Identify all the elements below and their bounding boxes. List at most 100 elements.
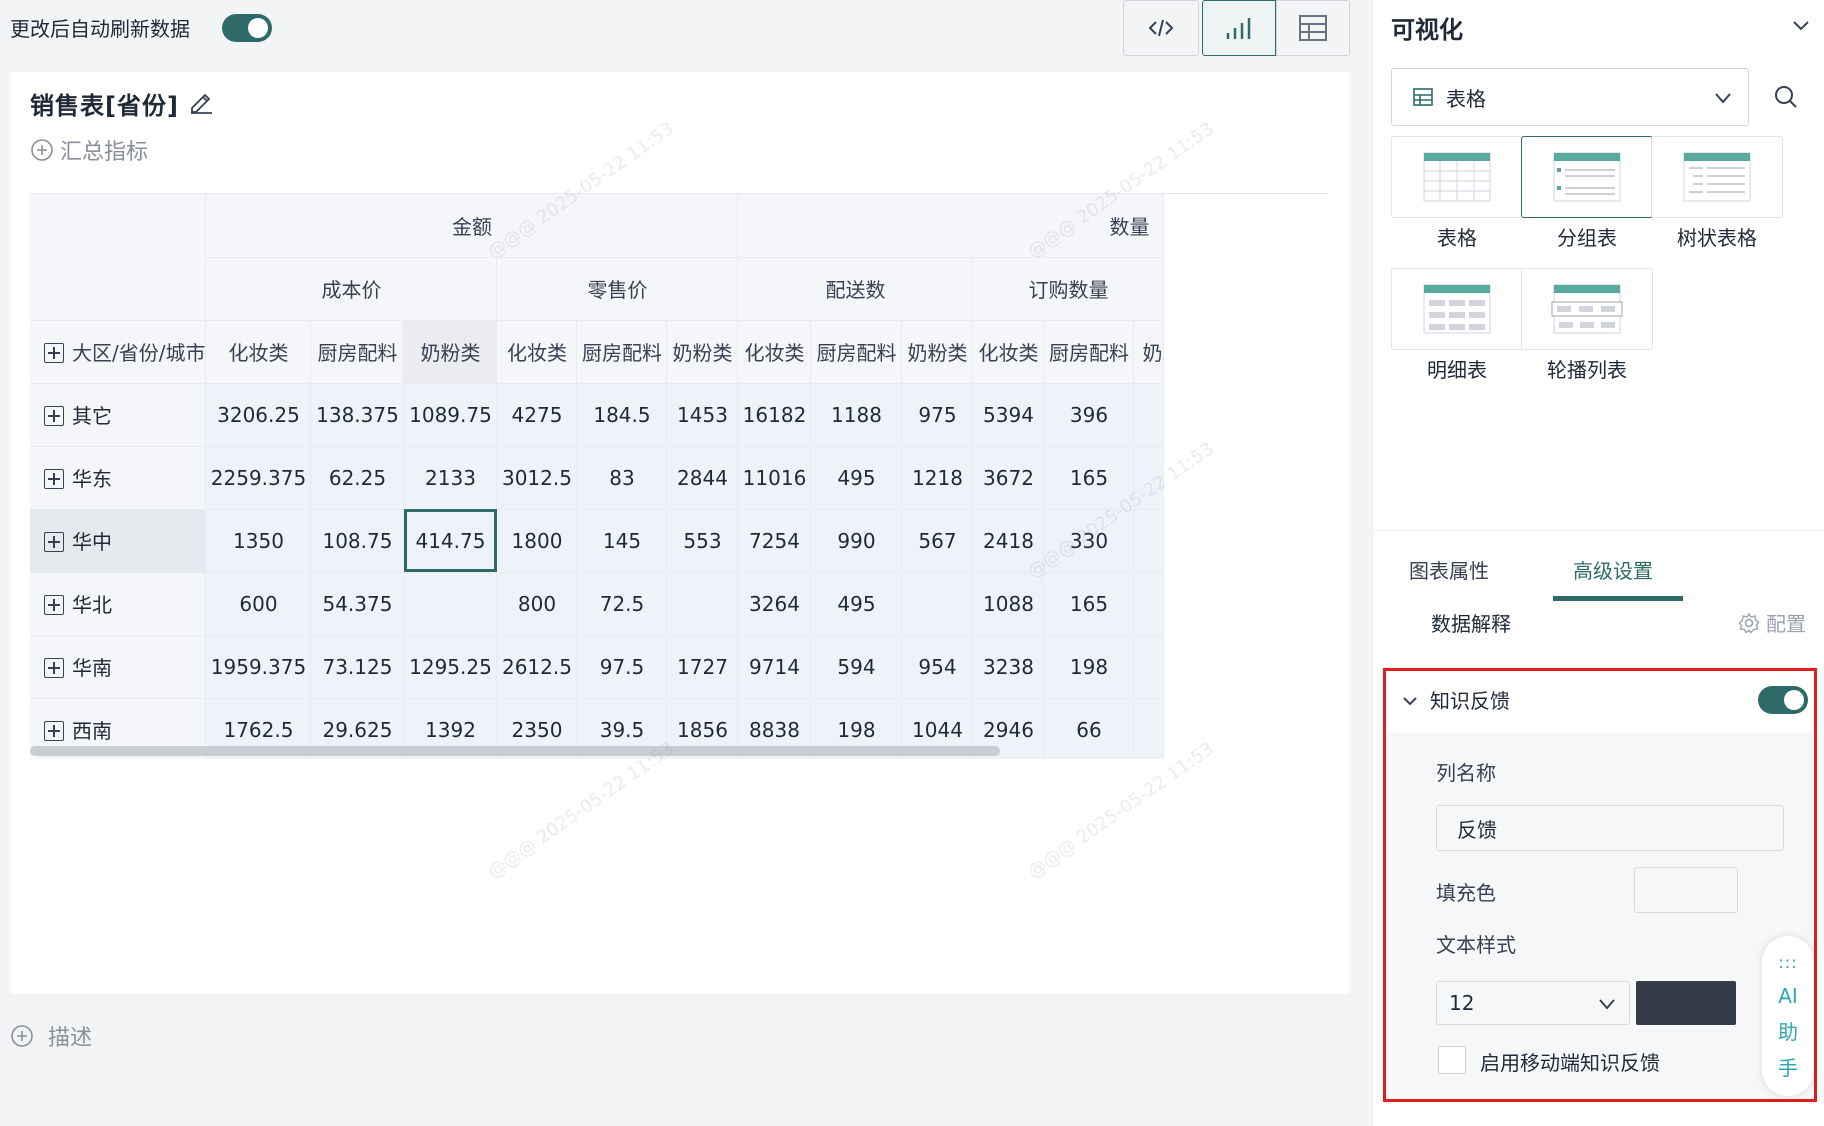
fill-color-picker[interactable]	[1634, 867, 1738, 913]
expand-icon[interactable]	[44, 658, 64, 678]
table-view-button[interactable]	[1276, 0, 1350, 56]
table-cell[interactable]: 567	[901, 509, 974, 573]
table-cell[interactable]: 66	[1043, 698, 1135, 759]
table-cell[interactable]: 3672	[972, 446, 1045, 510]
type-tile-carousel-list[interactable]	[1521, 268, 1653, 350]
table-cell[interactable]: 975	[901, 383, 974, 447]
row-header-cell[interactable]: 华北	[30, 572, 207, 636]
table-cell[interactable]: 2844	[666, 446, 739, 510]
table-cell[interactable]: 2133	[403, 446, 498, 510]
table-cell[interactable]: 800	[496, 572, 578, 636]
table-cell[interactable]: 2418	[972, 509, 1045, 573]
column-header[interactable]: 奶粉类	[403, 320, 498, 384]
horizontal-scrollbar[interactable]	[30, 746, 1000, 756]
table-cell[interactable]: 11016	[737, 446, 812, 510]
table-cell[interactable]: 495	[810, 572, 903, 636]
table-cell[interactable]: 990	[810, 509, 903, 573]
code-view-button[interactable]	[1123, 0, 1199, 56]
search-icon[interactable]	[1773, 84, 1799, 110]
ai-assistant-button[interactable]: ::: AI 助 手	[1762, 936, 1814, 1096]
table-cell[interactable]: 1089.75	[403, 383, 498, 447]
table-cell[interactable]	[666, 572, 739, 636]
table-cell[interactable]: 3012.5	[496, 446, 578, 510]
table-cell[interactable]: 1188	[810, 383, 903, 447]
tab-advanced-settings[interactable]: 高级设置	[1573, 555, 1653, 584]
table-cell[interactable]: 1350	[205, 509, 312, 573]
table-row[interactable]: 其它 3206.25 138.375 1089.75 4275 184.5 1453 1618…	[30, 383, 1165, 447]
knowledge-feedback-header[interactable]: 知识反馈	[1386, 671, 1814, 733]
table-cell[interactable]	[1133, 383, 1165, 447]
table-cell[interactable]: 1453	[666, 383, 739, 447]
table-cell[interactable]: 954	[901, 635, 974, 699]
table-cell[interactable]	[901, 572, 974, 636]
table-cell[interactable]: 97.5	[576, 635, 668, 699]
table-cell[interactable]: 1800	[496, 509, 578, 573]
table-cell[interactable]: 198	[1043, 635, 1135, 699]
type-tile-table[interactable]	[1391, 136, 1523, 218]
row-header-cell[interactable]: 华中	[30, 509, 207, 573]
expand-all-icon[interactable]	[44, 343, 64, 363]
table-cell[interactable]: 7254	[737, 509, 812, 573]
edit-pencil-icon[interactable]	[188, 88, 214, 114]
table-cell[interactable]: 16182	[737, 383, 812, 447]
column-header[interactable]: 奶	[1133, 320, 1165, 384]
table-cell[interactable]: 4275	[496, 383, 578, 447]
table-cell[interactable]: 600	[205, 572, 312, 636]
table-cell[interactable]: 594	[810, 635, 903, 699]
mobile-feedback-checkbox[interactable]	[1438, 1046, 1466, 1074]
table-cell[interactable]: 3238	[972, 635, 1045, 699]
expand-icon[interactable]	[44, 469, 64, 489]
table-row[interactable]: 华南 1959.375 73.125 1295.25 2612.5 97.5 1727 971…	[30, 635, 1165, 699]
row-header-cell[interactable]: 华东	[30, 446, 207, 510]
table-cell[interactable]: 2612.5	[496, 635, 578, 699]
add-summary-metric[interactable]: 汇总指标	[30, 134, 148, 166]
table-cell[interactable]: 138.375	[310, 383, 405, 447]
table-cell[interactable]	[1133, 635, 1165, 699]
table-cell[interactable]: 184.5	[576, 383, 668, 447]
table-row[interactable]: 华东 2259.375 62.25 2133 3012.5 83 2844 11016 495 1…	[30, 446, 1165, 510]
table-cell[interactable]	[403, 572, 498, 636]
table-cell[interactable]: 2259.375	[205, 446, 312, 510]
type-tile-group-table[interactable]	[1521, 136, 1653, 218]
table-cell[interactable]	[1133, 572, 1165, 636]
table-cell[interactable]: 1959.375	[205, 635, 312, 699]
type-tile-detail-table[interactable]	[1391, 268, 1523, 350]
table-cell[interactable]: 145	[576, 509, 668, 573]
column-header[interactable]: 厨房配料	[810, 320, 903, 384]
table-cell[interactable]: 108.75	[310, 509, 405, 573]
table-cell[interactable]: 553	[666, 509, 739, 573]
tab-chart-properties[interactable]: 图表属性	[1409, 555, 1489, 584]
config-button[interactable]: 配置	[1738, 608, 1806, 637]
column-name-input[interactable]: 反馈	[1436, 805, 1784, 851]
text-color-swatch[interactable]	[1636, 981, 1736, 1025]
table-cell[interactable]	[1133, 698, 1165, 759]
row-header-cell[interactable]: 其它	[30, 383, 207, 447]
table-cell[interactable]	[1133, 446, 1165, 510]
column-header[interactable]: 奶粉类	[901, 320, 974, 384]
chart-view-button[interactable]	[1202, 0, 1276, 56]
table-row[interactable]: 华北 600 54.375 800 72.5 3264 495 1088 165	[30, 572, 1165, 636]
table-cell[interactable]: 1218	[901, 446, 974, 510]
table-row[interactable]: 华中 1350 108.75 414.75 1800 145 553 7254 990 567 24…	[30, 509, 1165, 573]
table-cell[interactable]: 414.75	[403, 509, 498, 573]
table-cell[interactable]: 72.5	[576, 572, 668, 636]
chevron-down-icon[interactable]	[1790, 14, 1812, 36]
table-cell[interactable]: 3264	[737, 572, 812, 636]
row-dimension-header[interactable]: 大区/省份/城市	[30, 320, 207, 384]
expand-icon[interactable]	[44, 532, 64, 552]
table-cell[interactable]: 1088	[972, 572, 1045, 636]
column-header[interactable]: 化妆类	[972, 320, 1045, 384]
column-header[interactable]: 厨房配料	[576, 320, 668, 384]
column-header[interactable]: 奶粉类	[666, 320, 739, 384]
table-cell[interactable]: 54.375	[310, 572, 405, 636]
expand-icon[interactable]	[44, 595, 64, 615]
table-cell[interactable]: 3206.25	[205, 383, 312, 447]
table-cell[interactable]: 330	[1043, 509, 1135, 573]
font-size-select[interactable]: 12	[1436, 981, 1630, 1025]
column-header[interactable]: 厨房配料	[1043, 320, 1135, 384]
column-header[interactable]: 厨房配料	[310, 320, 405, 384]
add-description[interactable]: 描述	[10, 1020, 92, 1052]
expand-icon[interactable]	[44, 406, 64, 426]
table-cell[interactable]: 165	[1043, 572, 1135, 636]
table-cell[interactable]: 1295.25	[403, 635, 498, 699]
